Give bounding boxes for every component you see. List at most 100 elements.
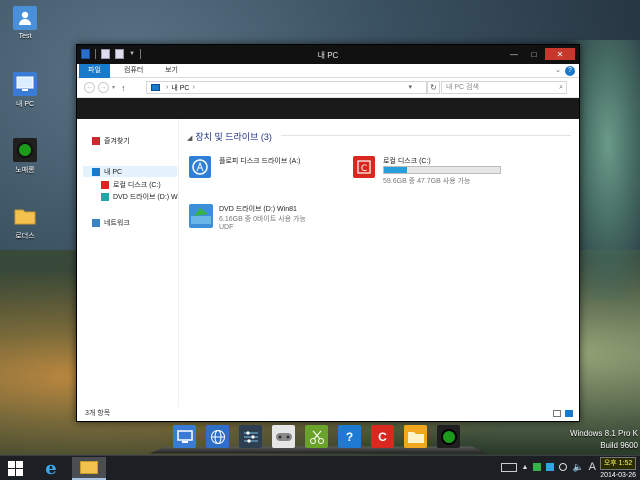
drive-item-local-disk-c[interactable]: C 로컬 디스크 (C:) 59.6GB 중 47.7GB 사용 가능 <box>353 156 513 185</box>
action-center-icon[interactable] <box>559 463 568 471</box>
dvd-drive-icon <box>189 204 213 228</box>
address-bar-row: ← → ▾ ↑ › 내 PC › ▾ ↻ 내 PC 검색 ⌕ <box>77 78 579 98</box>
maximize-button[interactable]: □ <box>525 48 543 60</box>
search-input[interactable]: 내 PC 검색 ⌕ <box>441 81 567 94</box>
floppy-drive-icon <box>189 156 211 178</box>
monitor-icon[interactable] <box>546 463 555 471</box>
nav-label: DVD 드라이브 (D:) W <box>113 194 178 201</box>
help-icon[interactable]: ? <box>565 66 575 76</box>
svg-text:C: C <box>361 164 367 174</box>
green-circle-icon[interactable] <box>437 425 460 448</box>
ime-indicator[interactable]: A <box>589 461 596 473</box>
back-button[interactable]: ← <box>84 82 95 93</box>
settings-sliders-icon[interactable] <box>239 425 262 448</box>
search-icon[interactable]: ⌕ <box>559 82 563 93</box>
desktop-icon-label: Test <box>18 33 32 40</box>
search-placeholder: 내 PC 검색 <box>446 84 479 91</box>
address-bar[interactable]: › 내 PC › ▾ ↻ <box>146 81 440 94</box>
nav-item-favorites[interactable]: 즐겨찾기 <box>92 136 130 146</box>
recent-locations-icon[interactable]: ▾ <box>112 84 115 91</box>
desktop-icon-this-pc[interactable]: 내 PC <box>6 72 44 109</box>
desktop-icon-folder[interactable]: 로더스 <box>6 204 44 241</box>
drive-name: 로컬 디스크 (C:) <box>383 158 431 165</box>
refresh-button[interactable]: ↻ <box>427 81 440 94</box>
user-icon <box>13 6 37 30</box>
network-icon <box>92 219 100 227</box>
local-disk-icon: C <box>353 156 375 178</box>
tab-view[interactable]: 보기 <box>156 64 187 78</box>
network-status-icon[interactable] <box>533 463 542 471</box>
clock-date: 2014-03-26 <box>600 472 636 479</box>
taskbar: e ▲ 🔈 A 오후 1:52 2014-03-26 <box>0 455 640 480</box>
content-pane: ◢ 장치 및 드라이브 (3) 플로피 디스크 드라이브 (A:) C 로컬 디스… <box>181 119 579 407</box>
desktop-icon-label: 노매롱 <box>15 167 35 174</box>
watermark-build: Build 9600 <box>600 441 638 450</box>
help-icon[interactable]: ? <box>338 425 361 448</box>
gamepad-icon[interactable] <box>272 425 295 448</box>
file-explorer-taskbar-button[interactable] <box>72 457 106 480</box>
system-tray: ▲ 🔈 A <box>500 461 596 473</box>
forward-button[interactable]: → <box>98 82 109 93</box>
start-button[interactable] <box>8 461 24 476</box>
minimize-button[interactable]: — <box>505 48 523 60</box>
globe-icon[interactable] <box>206 425 229 448</box>
desktop-icon-app[interactable]: 노매롱 <box>6 138 44 175</box>
nav-item-network[interactable]: 네트워크 <box>92 218 130 228</box>
folder-icon[interactable] <box>404 425 427 448</box>
drive-free-space: 59.6GB 중 47.7GB 사용 가능 <box>383 178 471 185</box>
status-bar: 3개 항목 <box>77 407 579 421</box>
chevron-right-icon[interactable]: › <box>166 84 168 91</box>
dvd-drive-icon <box>101 193 109 201</box>
dock: ? C <box>149 424 489 454</box>
desktop-icon-test[interactable]: Test <box>6 6 44 40</box>
group-header-label: 장치 및 드라이브 (3) <box>195 132 272 142</box>
chevron-down-icon[interactable]: ▾ <box>408 82 412 93</box>
internet-explorer-icon[interactable]: e <box>40 458 62 479</box>
desktop-icon-label: 로더스 <box>15 233 35 240</box>
explorer-window[interactable]: ▼ 내 PC — □ ✕ 파일 컴퓨터 보기 ⌄ ? ← → ▾ ↑ › 내 P… <box>76 44 580 422</box>
keyboard-icon[interactable] <box>500 462 517 472</box>
expand-ribbon-icon[interactable]: ⌄ <box>555 66 561 76</box>
nav-item-this-pc[interactable]: 내 PC <box>83 166 177 177</box>
drive-item-floppy-a[interactable]: 플로피 디스크 드라이브 (A:) <box>189 156 339 180</box>
drive-item-dvd-d[interactable]: DVD 드라이브 (D:) Win81 6.16GB 중 0바이트 사용 가능 … <box>189 204 339 236</box>
nav-item-local-disk-c[interactable]: 로컬 디스크 (C:) <box>101 180 161 190</box>
clock-time: 오후 1:52 <box>600 457 636 470</box>
window-title: 내 PC <box>317 51 339 60</box>
scissors-icon[interactable] <box>305 425 328 448</box>
group-header[interactable]: ◢ 장치 및 드라이브 (3) <box>187 130 272 143</box>
desktop-icon-label: 내 PC <box>15 101 35 108</box>
computer-icon <box>13 72 37 96</box>
computer-icon <box>92 167 100 176</box>
breadcrumb-this-pc[interactable]: 내 PC <box>171 83 189 93</box>
tab-file[interactable]: 파일 <box>79 64 110 78</box>
ribbon-tabs: 파일 컴퓨터 보기 ⌄ ? <box>77 64 579 78</box>
computer-icon <box>151 84 160 91</box>
tab-computer[interactable]: 컴퓨터 <box>115 64 152 78</box>
folder-icon <box>80 461 98 474</box>
details-view-icon[interactable] <box>553 410 561 417</box>
nav-label: 내 PC <box>104 168 123 176</box>
collapse-arrow-icon[interactable]: ◢ <box>187 135 192 142</box>
computer-icon[interactable] <box>173 425 196 448</box>
nav-label: 로컬 디스크 (C:) <box>113 182 161 189</box>
item-count: 3개 항목 <box>85 410 111 417</box>
nav-item-dvd-drive-d[interactable]: DVD 드라이브 (D:) W <box>101 192 178 202</box>
close-button[interactable]: ✕ <box>545 48 575 60</box>
divider <box>281 135 571 136</box>
local-disk-icon <box>101 181 109 189</box>
window-body: 즐겨찾기 내 PC 로컬 디스크 (C:) DVD 드라이브 (D:) W 네트… <box>77 119 579 421</box>
clock[interactable]: 오후 1:52 2014-03-26 <box>600 457 636 480</box>
nav-label: 즐겨찾기 <box>104 138 130 145</box>
local-disk-icon[interactable]: C <box>371 425 394 448</box>
chevron-right-icon[interactable]: › <box>192 84 194 91</box>
volume-icon[interactable]: 🔈 <box>572 462 583 473</box>
show-hidden-icons-icon[interactable]: ▲ <box>522 464 529 471</box>
up-button[interactable]: ↑ <box>121 83 126 93</box>
windows-watermark: Windows 8.1 Pro K Build 9600 <box>570 428 638 452</box>
drive-name: DVD 드라이브 (D:) Win81 <box>219 206 297 213</box>
large-icons-view-icon[interactable] <box>565 410 573 417</box>
folder-icon <box>13 204 37 228</box>
title-bar[interactable]: ▼ 내 PC — □ ✕ <box>77 45 579 64</box>
disk-usage-fill <box>384 167 408 173</box>
